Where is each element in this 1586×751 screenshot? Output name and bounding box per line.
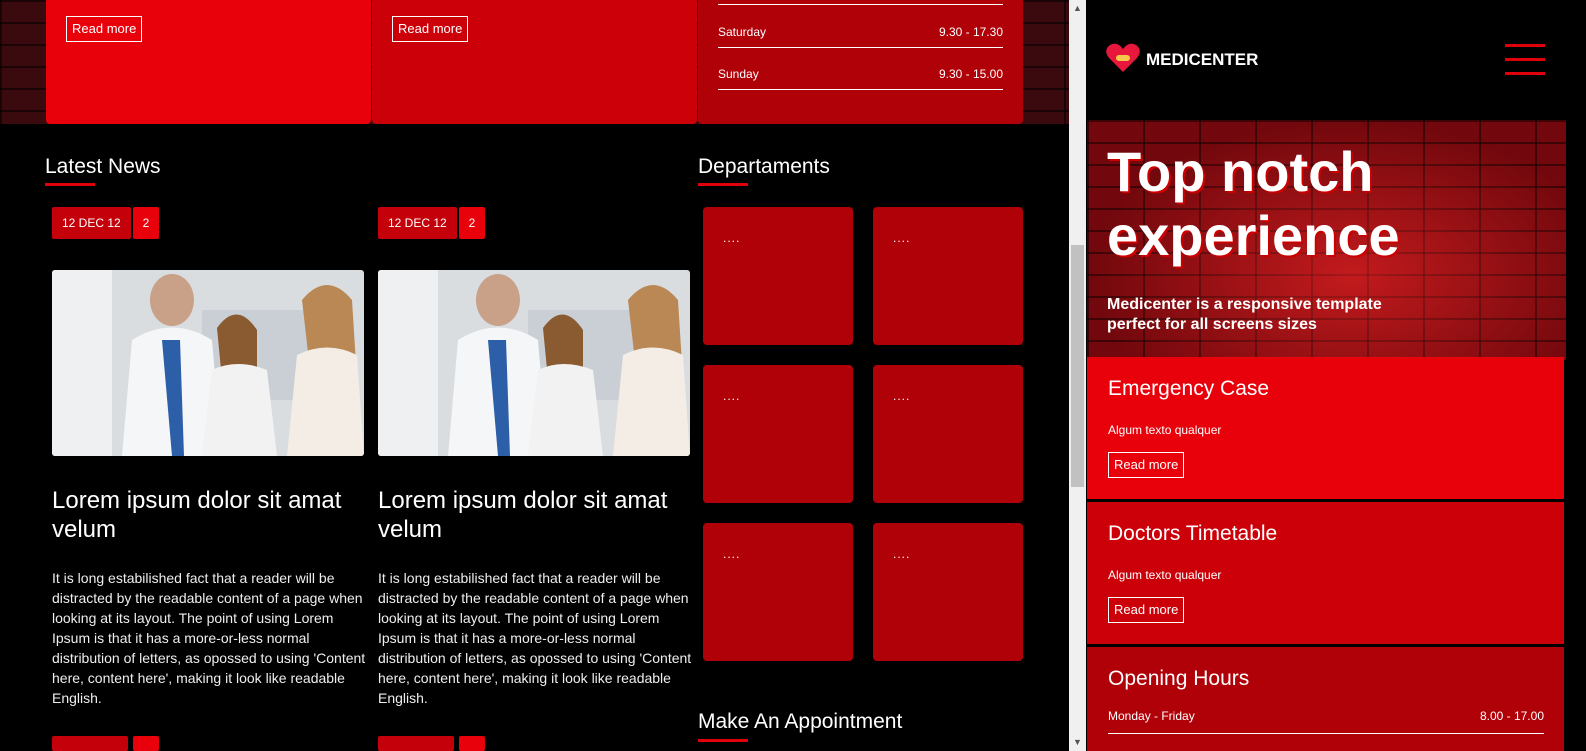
news-comment-count[interactable]: 2 bbox=[459, 207, 485, 239]
top-card-2: Read more bbox=[372, 0, 697, 124]
scrollbar-thumb[interactable] bbox=[1071, 245, 1084, 487]
mobile-preview: MEDICENTER Top notch experience Medicent… bbox=[1087, 0, 1566, 751]
section-underline bbox=[45, 183, 95, 186]
read-more-button[interactable]: Read more bbox=[392, 16, 469, 42]
card-title: Emergency Case bbox=[1108, 377, 1270, 400]
latest-news-title: Latest News bbox=[45, 155, 161, 178]
department-tile[interactable]: .... bbox=[703, 207, 853, 345]
department-label: .... bbox=[893, 231, 911, 245]
read-more-button[interactable]: Read more bbox=[1108, 597, 1185, 623]
department-label: .... bbox=[723, 547, 741, 561]
top-card-hours: Saturday 9.30 - 17.30 Sunday 9.30 - 15.0… bbox=[698, 0, 1023, 124]
next-news-count bbox=[459, 736, 485, 751]
hours-divider bbox=[718, 4, 1003, 5]
department-tile[interactable]: .... bbox=[873, 207, 1023, 345]
news-body: It is long estabilished fact that a read… bbox=[378, 570, 692, 706]
read-more-button[interactable]: Read more bbox=[66, 16, 143, 42]
department-label: .... bbox=[893, 547, 911, 561]
hero-subtitle: Medicenter is a responsive template perf… bbox=[1107, 296, 1382, 333]
brand-name[interactable]: MEDICENTER bbox=[1146, 50, 1258, 70]
next-news-badge bbox=[378, 736, 454, 751]
scroll-up-arrow-icon[interactable]: ▲ bbox=[1069, 0, 1086, 17]
scroll-down-arrow-icon[interactable]: ▼ bbox=[1069, 734, 1086, 751]
news-image[interactable] bbox=[378, 270, 690, 456]
news-comment-count[interactable]: 2 bbox=[133, 207, 159, 239]
section-underline bbox=[698, 183, 748, 186]
news-headline[interactable]: Lorem ipsum dolor sit amat velum bbox=[378, 486, 690, 544]
hours-day: Monday - Friday bbox=[1108, 709, 1195, 723]
departments-title: Departaments bbox=[698, 155, 830, 178]
hero-title: Top notch experience bbox=[1107, 140, 1400, 267]
department-label: .... bbox=[723, 231, 741, 245]
card-text: Algum texto qualquer bbox=[1108, 568, 1222, 582]
hours-day: Saturday bbox=[718, 25, 767, 39]
card-text: Algum texto qualquer bbox=[1108, 423, 1222, 437]
hamburger-menu-icon[interactable] bbox=[1505, 44, 1545, 76]
mobile-header: MEDICENTER bbox=[1087, 0, 1566, 120]
top-card-1: Read more bbox=[46, 0, 371, 124]
department-tile[interactable]: .... bbox=[703, 365, 853, 503]
department-tile[interactable]: .... bbox=[873, 523, 1023, 661]
news-body: It is long estabilished fact that a read… bbox=[52, 570, 366, 706]
hours-row: Sunday 9.30 - 15.00 bbox=[718, 49, 1003, 90]
emergency-card: Emergency Case Algum texto qualquer Read… bbox=[1087, 357, 1564, 499]
section-underline bbox=[698, 739, 748, 742]
timetable-card: Doctors Timetable Algum texto qualquer R… bbox=[1087, 502, 1564, 644]
opening-hours-card: Opening Hours Monday - Friday 8.00 - 17.… bbox=[1087, 647, 1564, 751]
news-date-badge: 12 DEC 12 bbox=[378, 207, 457, 239]
department-label: .... bbox=[893, 389, 911, 403]
hero-banner: Top notch experience Medicenter is a res… bbox=[1087, 120, 1566, 360]
hours-row: Monday - Friday 8.00 - 17.00 bbox=[1108, 707, 1544, 734]
vertical-scrollbar[interactable]: ▲ ▼ bbox=[1069, 0, 1086, 751]
card-title: Doctors Timetable bbox=[1108, 522, 1278, 545]
hours-time: 9.30 - 17.30 bbox=[938, 25, 1003, 39]
hours-time: 9.30 - 15.00 bbox=[938, 67, 1003, 81]
news-date-badge: 12 DEC 12 bbox=[52, 207, 131, 239]
doctor-photo-icon bbox=[52, 270, 364, 456]
department-tile[interactable]: .... bbox=[703, 523, 853, 661]
appointment-title: Make An Appointment bbox=[698, 710, 903, 733]
department-tile[interactable]: .... bbox=[873, 365, 1023, 503]
doctor-photo-icon bbox=[378, 270, 690, 456]
department-label: .... bbox=[723, 389, 741, 403]
next-news-badge bbox=[52, 736, 128, 751]
card-title: Opening Hours bbox=[1108, 667, 1250, 690]
next-news-count bbox=[133, 736, 159, 751]
hours-day: Sunday bbox=[718, 67, 759, 81]
news-image[interactable] bbox=[52, 270, 364, 456]
news-headline[interactable]: Lorem ipsum dolor sit amat velum bbox=[52, 486, 364, 544]
read-more-button[interactable]: Read more bbox=[1108, 452, 1185, 478]
hours-time: 8.00 - 17.00 bbox=[1479, 709, 1544, 723]
heart-logo-icon bbox=[1106, 43, 1140, 72]
hours-row: Saturday 9.30 - 17.30 bbox=[718, 7, 1003, 48]
